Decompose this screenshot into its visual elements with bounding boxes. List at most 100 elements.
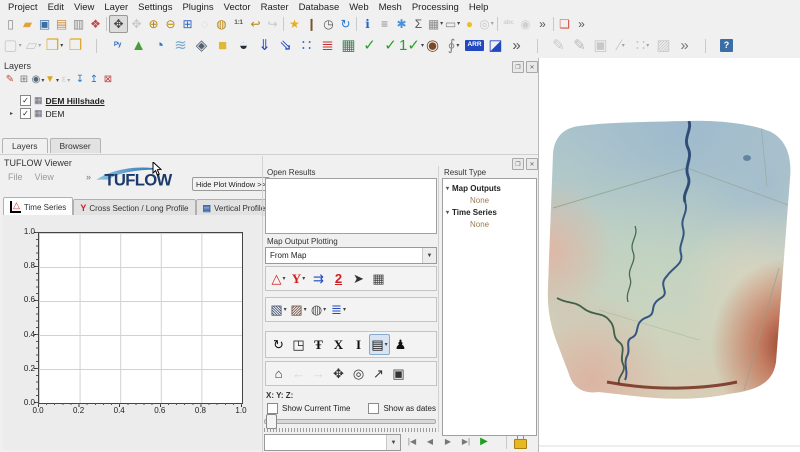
modify-attributes-icon[interactable]: ▨ [653,36,674,56]
duplicate-layers-icon[interactable]: ❏ [556,16,573,32]
zoom-full-extent-icon[interactable]: ⊞ [179,16,196,32]
menu-project[interactable]: Project [3,2,43,13]
plot-options-icon[interactable]: ↗ [369,364,388,383]
close-layers-panel-button[interactable]: ✕ [526,61,538,73]
pan-plot-icon[interactable]: ✥ [329,364,348,383]
compass-plugin-icon[interactable]: ◔ [149,36,170,56]
new-project-icon[interactable]: ▯ [2,16,19,32]
terrain-plugin-icon[interactable]: ▲ [128,36,149,56]
menu-help[interactable]: Help [464,2,494,13]
expander-icon[interactable]: ▸ [10,110,17,117]
tab-cross-section[interactable]: Y Cross Section / Long Profile [73,199,196,216]
layout-manager-icon[interactable]: ▥ [70,16,87,32]
check-1d-icon[interactable]: 1✓ [399,36,422,56]
select-features-icon[interactable]: ▢ [2,36,23,56]
current-time-combo[interactable]: ▼ [264,434,401,451]
open-project-icon[interactable]: ▰ [19,16,36,32]
map-canvas[interactable] [539,58,800,452]
menu-database[interactable]: Database [294,2,345,13]
play-button[interactable]: ▶ [476,434,492,449]
lock-time-button[interactable] [514,434,527,449]
layer-dem[interactable]: ▸ ✓ ▦ DEM [10,107,310,120]
attachment-icon[interactable]: ∮ [443,36,464,56]
menu-raster[interactable]: Raster [256,2,294,13]
cube-plugin-icon[interactable]: ■ [212,36,233,56]
add-group-icon[interactable]: ⊞ [17,74,31,87]
combo-arrow-icon[interactable]: ▼ [422,248,436,263]
user-plot-data-icon[interactable]: ♟ [391,335,410,354]
new-bookmark-icon[interactable]: ★ [286,16,303,32]
labels-abc-icon[interactable]: abc [500,16,517,32]
hide-plot-window-button[interactable]: Hide Plot Window >> [192,177,271,191]
grid-plot-icon[interactable]: ▦ [369,269,388,288]
map-output-source-combo[interactable]: From Map ▼ [265,247,437,264]
save-project-icon[interactable]: ▣ [36,16,53,32]
back-view-icon[interactable]: ← [289,364,308,383]
step-back-button[interactable]: ◀ [422,434,438,449]
legend-options-icon[interactable]: ▤ [369,334,390,355]
plot-splitter[interactable] [262,156,263,452]
crosssection-mode-icon[interactable]: Y [289,269,308,288]
temporal-controller-icon[interactable]: ◷ [320,16,337,32]
attribute-table-icon[interactable]: ▦ [427,16,444,32]
tuflow-menu-file[interactable]: File [2,172,29,182]
map-grid-icon[interactable]: ▦ [338,36,359,56]
arr-icon[interactable]: ARR [464,36,485,56]
measure-icon[interactable]: ▭ [444,16,461,32]
style-manager-icon[interactable]: ❖ [87,16,104,32]
tab-browser[interactable]: Browser [49,138,101,153]
time-slider-handle[interactable] [266,414,277,429]
help-icon[interactable]: ? [716,36,737,56]
open-styling-panel-icon[interactable]: ✎ [3,74,17,87]
plot-figure[interactable]: 0.0 0.2 0.4 0.6 0.8 1.0 1.0 0.8 0.6 0.4 0.2 0.0 [3,215,261,450]
zoom-to-selection-icon[interactable]: ◌ [196,16,213,32]
identify-features-icon[interactable]: ℹ [359,16,376,32]
zoom-in-icon[interactable]: ⊕ [145,16,162,32]
close-tuflow-panel-button[interactable]: ✕ [526,158,538,170]
map-plot-crosssection-icon[interactable]: ▨ [289,300,308,319]
layer-dem-hillshade[interactable]: ✓ ▦ DEM Hillshade [10,94,310,107]
flood-2d-icon[interactable]: 2 [329,269,348,288]
toolbar2-overflow2-icon[interactable]: » [674,36,695,56]
refresh-plot-icon[interactable]: ↻ [269,335,288,354]
open-results-list[interactable] [265,178,437,234]
result-type-tree[interactable]: ▾ Map Outputs None ▾ Time Series None [442,178,537,436]
menu-edit[interactable]: Edit [43,2,69,13]
menu-processing[interactable]: Processing [407,2,464,13]
zoom-to-layer-icon[interactable]: ◍ [213,16,230,32]
download-icon[interactable]: ⇓ [254,36,275,56]
menu-settings[interactable]: Settings [133,2,177,13]
show-as-dates-checkbox[interactable]: Show as dates [368,403,436,414]
new-print-layout-icon[interactable]: ▤ [53,16,70,32]
step-forward-button[interactable]: ▶ [440,434,456,449]
show-statistics-icon[interactable]: Σ [410,16,427,32]
filter-expression-icon[interactable]: ε [59,74,73,87]
show-bookmarks-icon[interactable]: ❙ [303,16,320,32]
menu-view[interactable]: View [69,2,99,13]
tab-layers[interactable]: Layers [2,138,48,153]
toolbar-overflow2-icon[interactable]: » [573,16,590,32]
home-view-icon[interactable]: ⌂ [269,364,288,383]
toolbar-overflow-icon[interactable]: » [534,16,551,32]
collapse-all-icon[interactable]: ↥ [87,74,101,87]
combo-arrow-icon[interactable]: ▼ [386,435,400,450]
tuflow-menu-view[interactable]: View [29,172,60,182]
tab-vertical-profile[interactable]: ▤ Vertical Profile [195,199,273,216]
map-plot-timeseries-icon[interactable]: ▧ [269,300,288,319]
menu-plugins[interactable]: Plugins [177,2,218,13]
mesh-plugin-icon[interactable]: ≋ [170,36,191,56]
vertex-tool-icon[interactable]: ∷ [632,36,653,56]
shield-plugin-icon[interactable]: ◈ [191,36,212,56]
skip-end-button[interactable]: ▶| [458,434,474,449]
forward-view-icon[interactable]: → [309,364,328,383]
time-slider-track[interactable] [264,419,436,424]
undock-layers-panel-button[interactable]: ❐ [512,61,524,73]
tcf-icon[interactable]: ∷ [296,36,317,56]
save-edits-icon[interactable]: ▣ [590,36,611,56]
clear-plot-icon[interactable]: ◳ [289,335,308,354]
digitize-tool-icon[interactable]: ∕ [611,36,632,56]
checkbox-box[interactable] [267,403,278,414]
menu-web[interactable]: Web [344,2,373,13]
locate-icon[interactable]: ◎ [478,16,495,32]
tuflow-styles-icon[interactable]: ≣ [317,36,338,56]
